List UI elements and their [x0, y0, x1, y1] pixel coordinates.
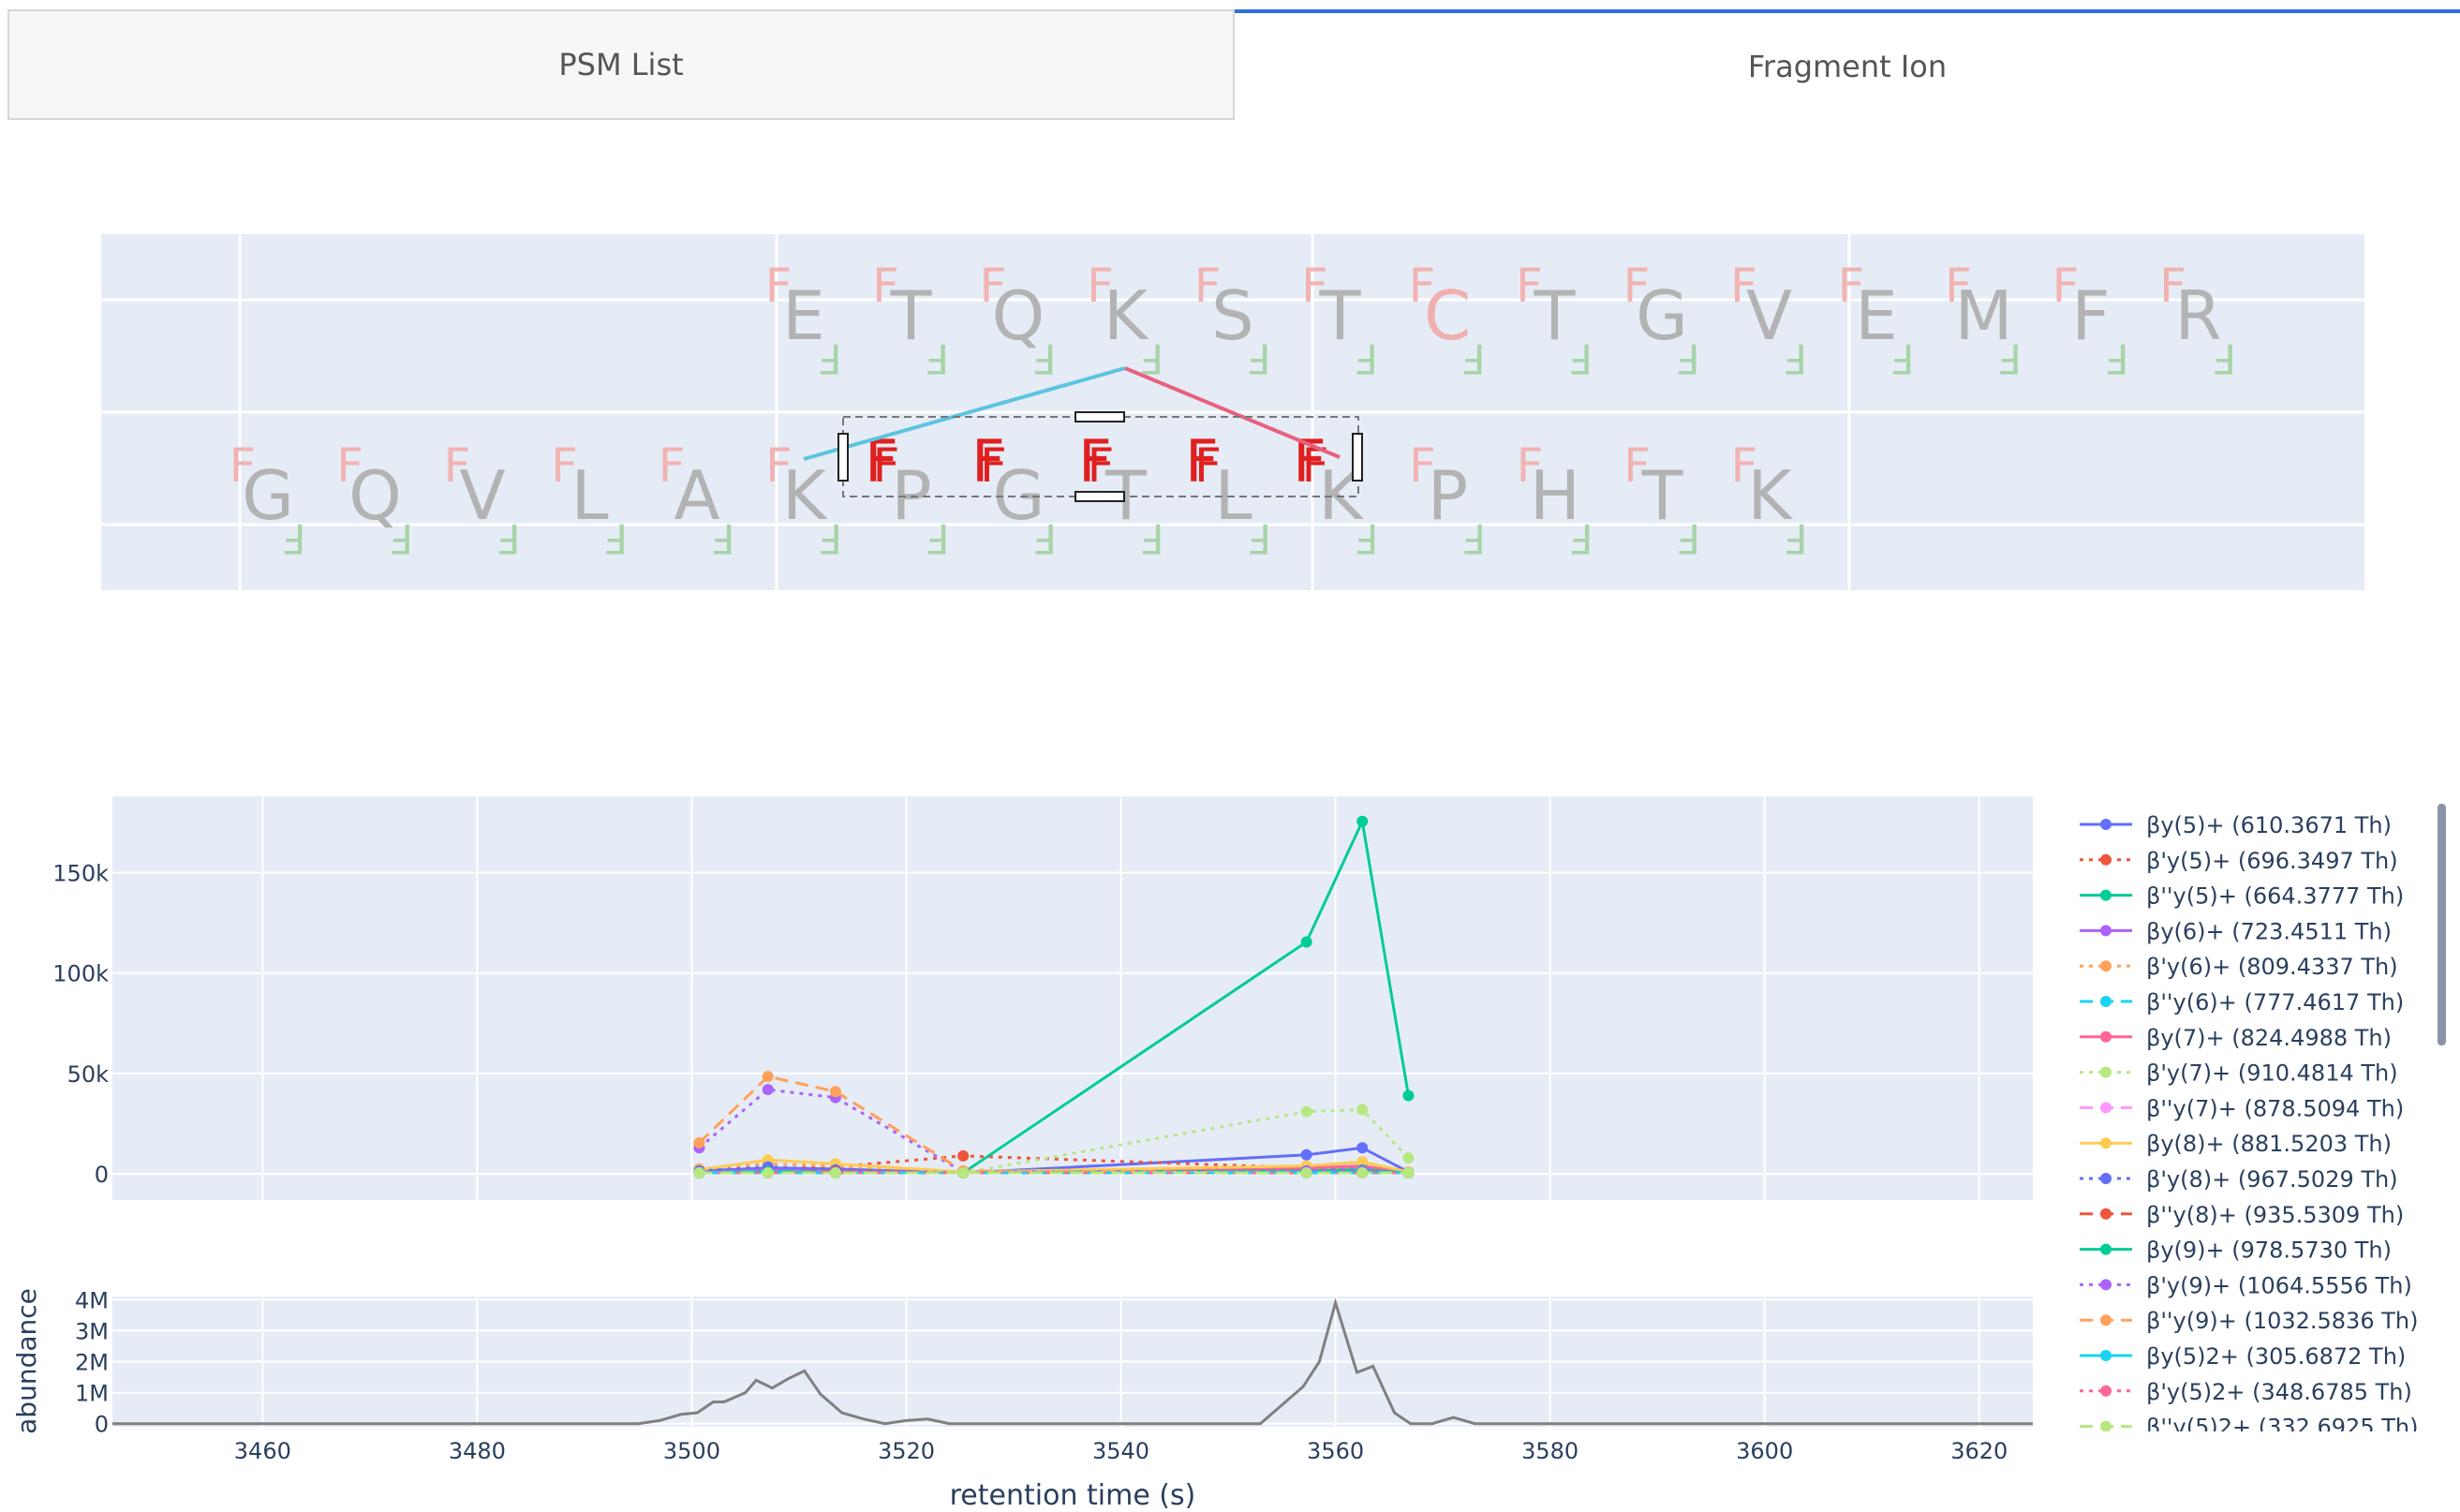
abundance-x-tick-label: 3620 — [1950, 1438, 2008, 1464]
abundance-y-tick-label: 3M — [75, 1318, 109, 1344]
abundance-x-tick-label: 3520 — [878, 1438, 935, 1464]
abundance-y-tick-label: 0 — [95, 1412, 109, 1438]
abundance-y-tick-label: 1M — [75, 1381, 109, 1407]
abundance-x-tick-label: 3480 — [449, 1438, 506, 1464]
abundance-x-tick-label: 3460 — [234, 1438, 291, 1464]
abundance-y-tick-labels: 0 1M 2M 3M 4M — [75, 1287, 109, 1437]
abundance-x-tick-labels: 3460 3480 3500 3520 3540 3560 3580 3600 3620 — [234, 1438, 2008, 1464]
abundance-y-tick-label: 4M — [75, 1287, 109, 1313]
abundance-chart[interactable]: 0 1M 2M 3M 4M 3460 3480 3500 3520 3540 3560 3580 36… — [0, 0, 2460, 1512]
abundance-x-axis-title: retention time (s) — [950, 1479, 1196, 1512]
abundance-y-tick-label: 2M — [75, 1350, 109, 1376]
abundance-x-tick-label: 3580 — [1521, 1438, 1578, 1464]
abundance-x-tick-label: 3600 — [1736, 1438, 1793, 1464]
abundance-x-tick-label: 3500 — [663, 1438, 720, 1464]
abundance-y-axis-title: abundance — [11, 1288, 42, 1434]
abundance-x-tick-label: 3540 — [1092, 1438, 1149, 1464]
abundance-x-tick-label: 3560 — [1307, 1438, 1364, 1464]
